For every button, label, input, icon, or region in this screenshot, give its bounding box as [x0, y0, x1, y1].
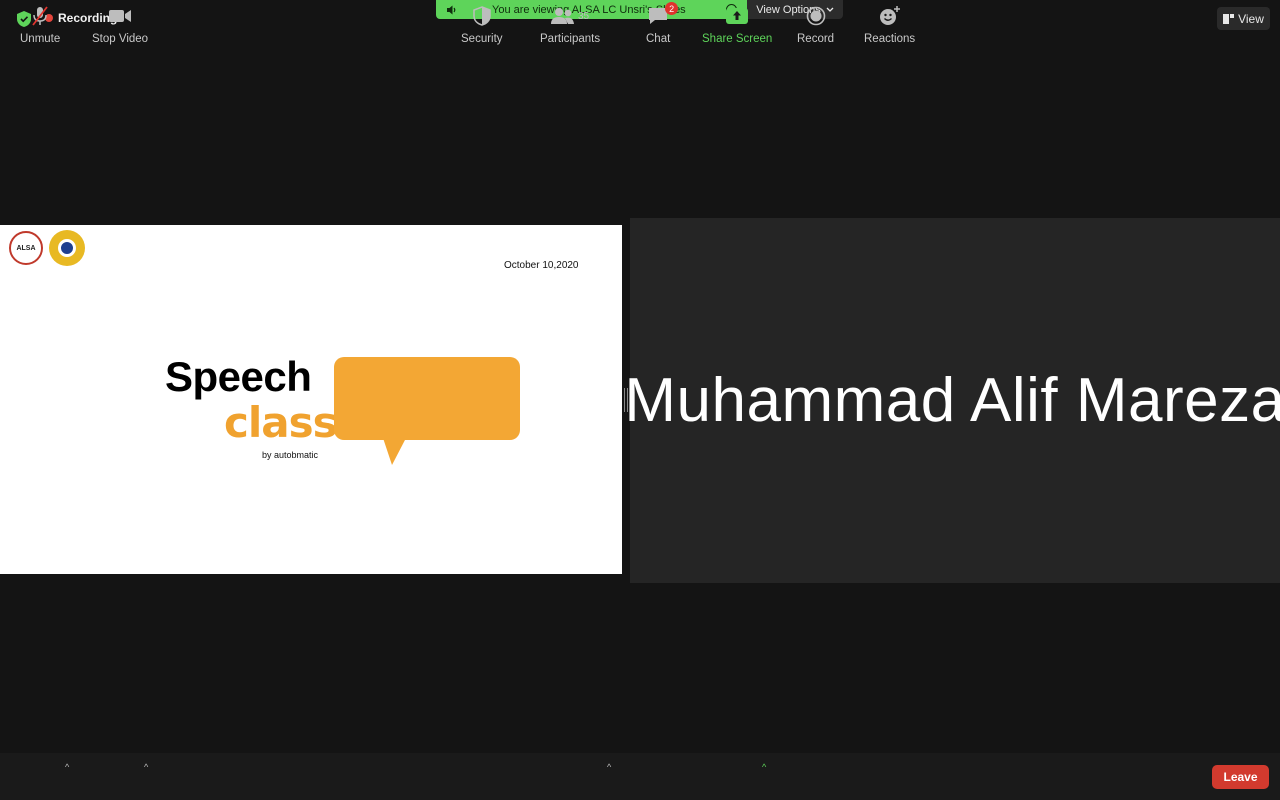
video-options-chevron-icon[interactable]: ^	[144, 762, 148, 772]
viewing-banner-text: You are viewing ALSA LC Unsri's Slides	[492, 3, 686, 16]
share-screen-label: Share Screen	[702, 33, 773, 45]
university-logo	[49, 230, 85, 266]
security-button[interactable]: Security	[461, 5, 503, 45]
unmute-label: Unmute	[20, 33, 61, 45]
chat-label: Chat	[646, 33, 671, 45]
layout-grid-icon	[1223, 13, 1235, 24]
record-label: Record	[797, 33, 835, 45]
shield-icon	[473, 6, 491, 26]
participants-label: Participants	[540, 33, 601, 45]
leave-label: Leave	[1223, 770, 1258, 784]
stop-video-label: Stop Video	[92, 33, 149, 45]
share-options-chevron-icon[interactable]: ^	[762, 762, 766, 772]
muted-microphone-icon	[32, 6, 48, 26]
speech-bubble-graphic	[334, 357, 520, 440]
reactions-label: Reactions	[864, 33, 916, 45]
participants-button[interactable]: 35 Participants	[540, 5, 600, 45]
slide-date: October 10,2020	[504, 260, 579, 271]
video-camera-icon	[109, 10, 132, 22]
unmute-button[interactable]: Unmute	[20, 5, 60, 45]
participants-icon	[550, 8, 574, 24]
speaker-icon	[447, 5, 456, 14]
record-button[interactable]: Record	[797, 5, 834, 45]
security-label: Security	[461, 33, 503, 45]
stop-video-button[interactable]: Stop Video	[92, 5, 148, 45]
audio-options-chevron-icon[interactable]: ^	[65, 762, 69, 772]
speech-bubble-tail	[383, 438, 406, 465]
view-layout-button[interactable]: View	[1217, 7, 1270, 30]
slide-title-speech: Speech	[165, 353, 312, 400]
record-icon	[806, 6, 825, 26]
view-button-label: View	[1238, 11, 1264, 26]
alsa-logo: ALSA	[9, 231, 43, 265]
chat-button[interactable]: 2 Chat	[646, 2, 679, 45]
slide-byline: by autobmatic	[262, 450, 319, 460]
zoom-meeting-window: Recording You are viewing ALSA LC Unsri'…	[0, 0, 1280, 800]
participant-name: Muhammad Alif Mareza	[624, 366, 1280, 435]
meeting-controls-toolbar	[0, 753, 1280, 800]
participants-count: 35	[577, 10, 590, 22]
slide-title-class: class	[224, 398, 338, 447]
alsa-logo-text: ALSA	[16, 244, 36, 252]
share-screen-icon	[726, 8, 749, 24]
participants-options-chevron-icon[interactable]: ^	[607, 762, 611, 772]
participant-video-tile[interactable]: Muhammad Alif Mareza	[624, 218, 1280, 583]
leave-meeting-button[interactable]: Leave	[1212, 765, 1269, 789]
share-screen-button[interactable]: Share Screen	[702, 5, 772, 45]
reactions-button[interactable]: Reactions	[864, 5, 915, 45]
reactions-smiley-icon	[879, 6, 900, 25]
